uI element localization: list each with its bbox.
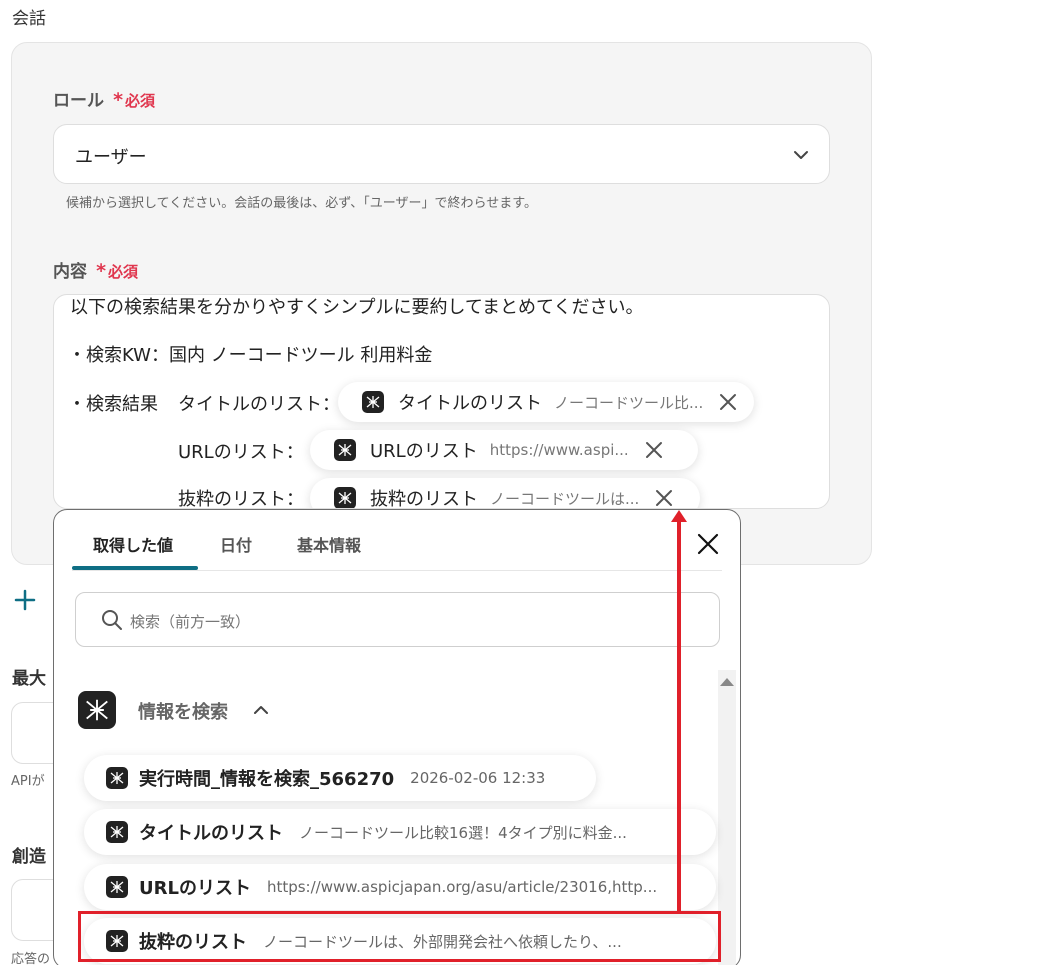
item-name: URLのリスト (139, 878, 251, 899)
chip-name: タイトルのリスト (398, 393, 542, 414)
section-title: 会話 (12, 9, 46, 29)
creative-label: 創造 (12, 847, 46, 867)
list-item-exec-time[interactable]: 実行時間_情報を検索_566270 2026-02-06 12:33 (84, 755, 596, 801)
chevron-up-icon[interactable] (251, 700, 271, 720)
search-input[interactable]: 検索（前方一致） (75, 592, 720, 647)
row-label-title: タイトルのリスト： (178, 394, 340, 415)
tab-acquired-values[interactable]: 取得した値 (93, 532, 173, 556)
app-logo-icon (334, 439, 356, 461)
max-label: 最大 (12, 669, 46, 689)
search-placeholder: 検索（前方一致） (130, 613, 251, 631)
app-logo-icon (106, 876, 128, 898)
required-marker: * 必須 (113, 89, 156, 111)
api-help-text: APIが (11, 774, 45, 789)
chip-name: URLのリスト (370, 441, 478, 462)
variable-chip-excerpt[interactable]: 抜粋のリスト ノーコードツールは... (310, 478, 700, 509)
app-logo-icon (106, 821, 128, 843)
active-tab-indicator (72, 566, 198, 570)
content-editor[interactable]: 以下の検索結果を分かりやすくシンプルに要約してまとめてください。 ・検索KW：国… (53, 294, 830, 509)
answer-help-text: 応答の (11, 952, 51, 965)
list-item-url-list[interactable]: URLのリスト https://www.aspicjapan.org/asu/a… (84, 864, 716, 910)
value-picker-popup: 取得した値 日付 基本情報 検索（前方一致） 情報を検索 実行時間_情報を検索_… (53, 509, 741, 965)
content-label: 内容 (53, 262, 87, 282)
item-name: タイトルのリスト (139, 823, 283, 844)
variable-chip-title[interactable]: タイトルのリスト ノーコードツール比... (338, 382, 754, 422)
role-help-text: 候補から選択してください。会話の最後は、必ず、「ユーザー」で終わらせます。 (66, 196, 537, 211)
role-label: ロール (53, 91, 104, 111)
scroll-up-icon[interactable] (720, 678, 734, 686)
chip-value: ノーコードツールは... (490, 489, 640, 508)
role-select[interactable]: ユーザー (53, 124, 830, 184)
role-label-row: ロール * 必須 (53, 86, 155, 111)
tab-date[interactable]: 日付 (220, 532, 252, 556)
close-icon[interactable] (717, 391, 739, 413)
tab-basic-info[interactable]: 基本情報 (297, 532, 361, 556)
app-logo-icon (78, 691, 116, 729)
content-line-2: ・検索KW：国内 ノーコードツール 利用料金 (68, 345, 433, 366)
search-icon (102, 610, 122, 630)
content-label-row: 内容 * 必須 (53, 257, 138, 282)
app-logo-icon (334, 487, 356, 508)
annotation-arrow-line (677, 516, 681, 912)
variable-chip-url[interactable]: URLのリスト https://www.aspi... (310, 430, 698, 470)
content-line-1: 以下の検索結果を分かりやすくシンプルに要約してまとめてください。 (70, 297, 644, 318)
content-line-3-prefix: ・検索結果 (68, 394, 158, 415)
close-icon[interactable] (696, 532, 720, 556)
item-value: 2026-02-06 12:33 (410, 769, 546, 787)
close-icon[interactable] (653, 487, 675, 509)
tabs-divider (72, 570, 722, 571)
chevron-down-icon (794, 151, 808, 159)
role-select-value: ユーザー (75, 147, 147, 168)
chip-name: 抜粋のリスト (370, 489, 478, 509)
annotation-arrow-head (671, 510, 687, 522)
item-name: 実行時間_情報を検索_566270 (139, 769, 395, 790)
row-label-url: URLのリスト： (178, 442, 304, 463)
chip-value: ノーコードツール比... (554, 393, 704, 412)
chip-value: https://www.aspi... (489, 441, 629, 459)
list-item-title-list[interactable]: タイトルのリスト ノーコードツール比較16選！4タイプ別に料金... (84, 809, 716, 855)
annotation-highlight-box (78, 911, 721, 962)
close-icon[interactable] (643, 439, 665, 461)
app-logo-icon (106, 767, 128, 789)
app-logo-icon (362, 391, 384, 413)
item-value: ノーコードツール比較16選！4タイプ別に料金... (299, 823, 627, 842)
group-title[interactable]: 情報を検索 (138, 698, 228, 724)
row-label-excerpt: 抜粋のリスト： (178, 489, 304, 509)
item-value: https://www.aspicjapan.org/asu/article/2… (266, 878, 658, 896)
add-icon[interactable] (13, 588, 37, 612)
required-marker: * 必須 (96, 260, 139, 282)
